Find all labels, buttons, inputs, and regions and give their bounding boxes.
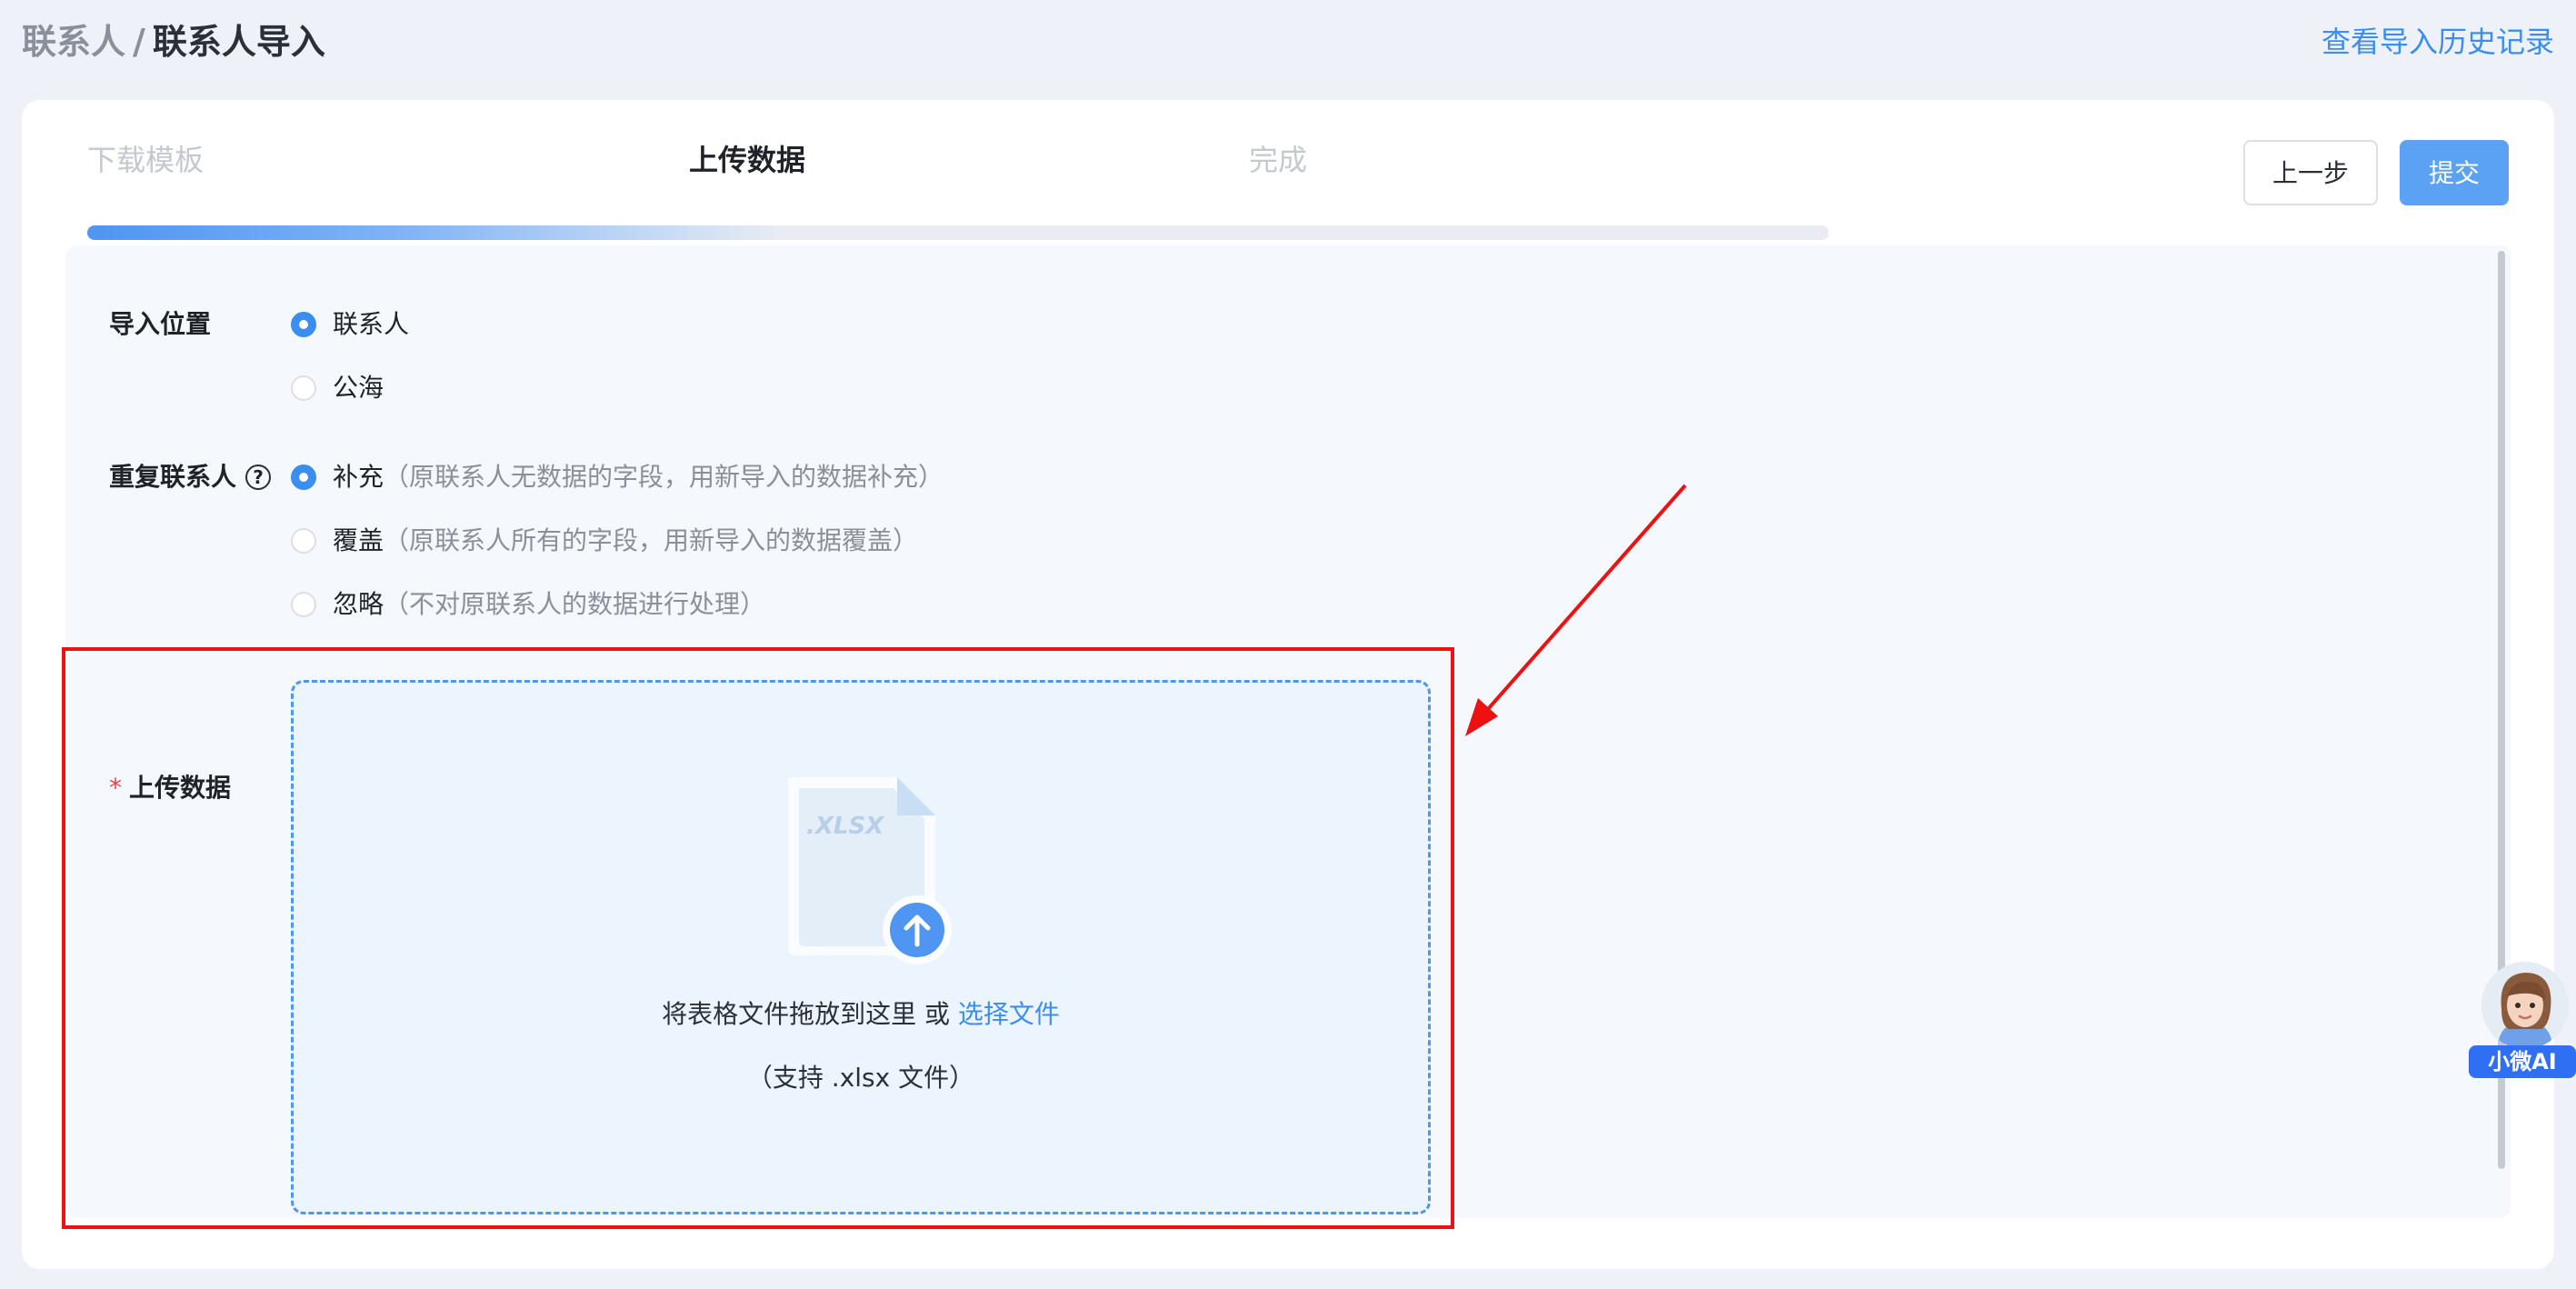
duplicate-contacts-label-text: 重复联系人 [109,462,237,492]
radio-description: （不对原联系人的数据进行处理） [384,589,766,619]
question-circle-icon[interactable]: ? [245,465,272,490]
radio-checked-icon[interactable] [291,465,316,490]
radio-import-contacts[interactable]: 联系人 [291,302,409,347]
radio-duplicate-overwrite[interactable]: 覆盖 （原联系人所有的字段，用新导入的数据覆盖） [291,518,918,564]
radio-label: 覆盖 [333,525,384,555]
page-title: 联系人导入 [152,22,325,62]
breadcrumb: 联系人 / 联系人导入 [22,13,325,71]
step-progress-fill [87,225,784,240]
step-complete: 完成 [1249,143,1308,177]
radio-checked-icon[interactable] [291,312,316,337]
assistant-badge: 小微AI [2469,1045,2576,1078]
breadcrumb-separator: / [133,22,145,62]
radio-label: 联系人 [333,309,410,339]
radio-unchecked-icon[interactable] [291,528,316,554]
steps: 下载模板 上传数据 完成 [65,133,1829,240]
step-progress-bar [87,225,1829,240]
assistant-avatar [2481,962,2569,1049]
radio-description: （原联系人无数据的字段，用新导入的数据补充） [384,462,944,492]
page: 联系人 / 联系人导入 查看导入历史记录 下载模板 上传数据 完成 上一步 提交 导… [0,0,2576,1289]
step-download-template: 下载模板 [87,143,205,177]
radio-description: （原联系人所有的字段，用新导入的数据覆盖） [384,525,919,555]
import-location-label: 导入位置 [109,309,212,339]
radio-import-public-pool[interactable]: 公海 [291,365,384,411]
radio-unchecked-icon[interactable] [291,592,316,617]
annotation-arrow-icon [1465,484,1687,736]
annotation-highlight-box [62,647,1454,1229]
breadcrumb-parent[interactable]: 联系人 [22,22,125,62]
radio-label: 补充 [333,462,384,492]
avatar-icon [2481,962,2569,1049]
prev-step-button[interactable]: 上一步 [2243,140,2378,205]
ai-assistant-button[interactable]: 小微AI [2469,962,2576,1080]
radio-duplicate-supplement[interactable]: 补充 （原联系人无数据的字段，用新导入的数据补充） [291,455,944,500]
radio-unchecked-icon[interactable] [291,375,316,401]
radio-label: 忽略 [333,589,384,619]
import-history-link[interactable]: 查看导入历史记录 [2321,13,2554,71]
radio-label: 公海 [333,373,384,403]
submit-button[interactable]: 提交 [2400,140,2509,205]
step-upload-data: 上传数据 [689,143,806,177]
duplicate-contacts-label: 重复联系人? [109,455,272,500]
radio-duplicate-ignore[interactable]: 忽略 （不对原联系人的数据进行处理） [291,582,765,627]
